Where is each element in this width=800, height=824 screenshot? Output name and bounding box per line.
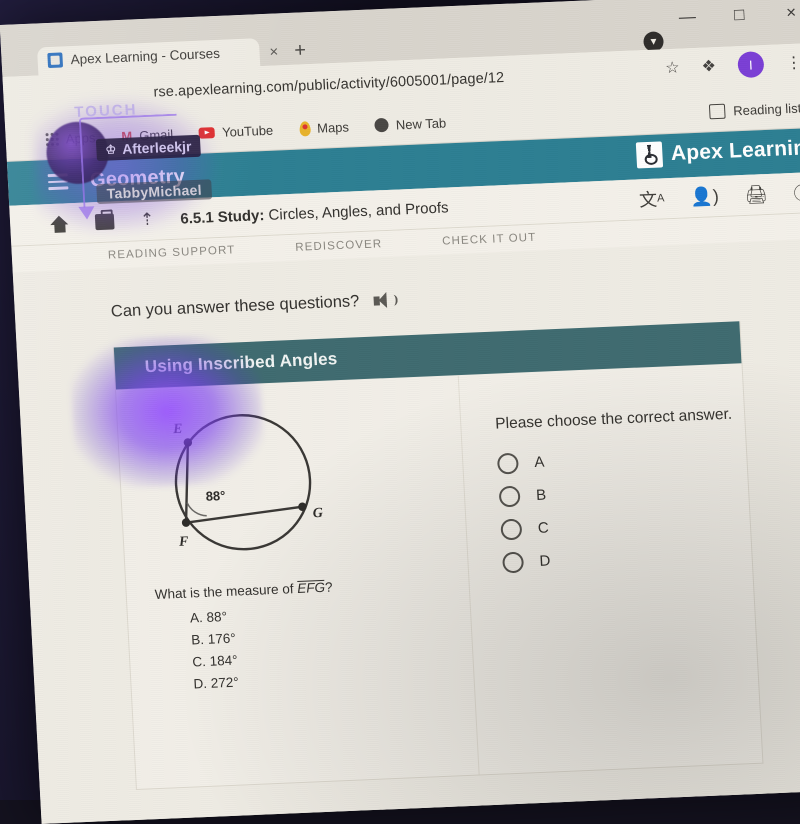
close-icon[interactable]: ×: [269, 43, 279, 60]
choice-letter: A.: [189, 610, 204, 626]
lesson-study-label: Study:: [217, 206, 265, 226]
apex-logo: Apex Learning: [635, 135, 800, 169]
lesson-tools: 文A 👤) 🖨 ⓘ: [639, 180, 800, 211]
tab-check-it-out[interactable]: CHECK IT OUT: [442, 232, 537, 248]
option-label: B: [535, 486, 547, 504]
page-body: Can you answer these questions? Using In…: [12, 238, 800, 824]
svg-text:E: E: [172, 422, 183, 437]
answer-option-b[interactable]: B: [498, 476, 749, 508]
bookmark-label: Apps: [65, 129, 96, 146]
radio-b[interactable]: [498, 485, 521, 508]
answer-option-d[interactable]: D: [502, 542, 752, 574]
question-stem: What is the measure of: [154, 581, 298, 602]
reading-list-label: Reading list: [732, 100, 800, 118]
submit-button[interactable]: SUBMIT: [665, 803, 727, 823]
translate-icon[interactable]: 文A: [639, 186, 666, 211]
apex-mark-icon: [635, 141, 663, 169]
bookmark-youtube[interactable]: YouTube: [198, 122, 274, 140]
lesson-title: 6.5.1 Study: Circles, Angles, and Proofs: [180, 199, 449, 227]
question-suffix: ?: [324, 579, 333, 595]
answer-option-a[interactable]: A: [496, 443, 747, 475]
option-label: C: [537, 519, 550, 537]
bookmark-label: Maps: [316, 118, 350, 136]
globe-icon: [374, 117, 390, 133]
tab-rediscover[interactable]: REDISCOVER: [295, 238, 383, 254]
answer-option-c[interactable]: C: [500, 509, 750, 541]
new-tab-icon[interactable]: +: [294, 39, 307, 62]
choice-list: A. 88° B. 176° C. 184° D. 272°: [150, 596, 474, 697]
gmail-icon: M: [120, 128, 133, 144]
figure-column: E F G 88° What is the measure of EFG? A.…: [116, 375, 479, 789]
tab-reading-support[interactable]: READING SUPPORT: [108, 244, 236, 261]
choice-letter: D.: [193, 675, 208, 692]
list-menu-icon[interactable]: [47, 173, 69, 190]
lesson-number: 6.5.1: [179, 208, 215, 228]
radio-a[interactable]: [496, 452, 519, 475]
bookmark-gmail[interactable]: M Gmail: [121, 126, 174, 143]
omnibox-actions: ☆ ❖ I ⋮: [665, 50, 800, 82]
maximize-button[interactable]: □: [728, 4, 751, 27]
svg-text:G: G: [312, 506, 323, 521]
arc-notation: EFG: [296, 579, 326, 597]
reading-list-button[interactable]: Reading list: [708, 100, 800, 119]
choice-value: 88°: [206, 609, 228, 626]
speaker-icon[interactable]: [373, 292, 398, 310]
apps-grid-icon: [45, 132, 60, 146]
brand-label: Apex Learning: [670, 135, 800, 166]
choice-value: 176°: [207, 630, 237, 647]
card-footer: 3 of 3 SUBMIT: [137, 788, 768, 824]
print-icon[interactable]: 🖨: [744, 182, 768, 207]
angle-label: 88°: [205, 488, 225, 504]
question-card: Using Inscribed Angles E F G 88° What is…: [112, 321, 764, 790]
star-icon[interactable]: ☆: [665, 58, 680, 79]
bookmark-label: Gmail: [138, 126, 174, 143]
answer-prompt: Please choose the correct answer.: [494, 405, 733, 433]
youtube-icon: [198, 126, 216, 139]
bookmark-new-tab[interactable]: New Tab: [374, 114, 447, 133]
choice-letter: B.: [190, 632, 205, 648]
card-body: E F G 88° What is the measure of EFG? A.…: [116, 363, 763, 789]
window-controls: — □ ×: [676, 1, 800, 28]
upload-icon[interactable]: ⇡: [140, 210, 155, 231]
extensions-icon[interactable]: ❖: [701, 56, 716, 77]
svg-text:F: F: [178, 535, 190, 550]
radio-c[interactable]: [500, 518, 523, 541]
radio-d[interactable]: [502, 551, 525, 574]
choice-value: 272°: [210, 674, 240, 691]
choice-value: 184°: [209, 652, 238, 669]
circle-svg: E F G 88°: [172, 414, 323, 551]
help-icon[interactable]: ⓘ: [793, 180, 800, 205]
favicon-icon: [47, 52, 64, 69]
profile-avatar[interactable]: I: [737, 51, 765, 79]
choice-letter: C.: [191, 653, 207, 670]
read-aloud-icon[interactable]: 👤): [690, 184, 720, 209]
course-title: Geometry: [89, 164, 186, 191]
circle-diagram: E F G 88°: [139, 400, 357, 574]
briefcase-icon[interactable]: [94, 213, 115, 231]
laptop-screen: — □ × ▼ Apex Learning - Courses × + rse.…: [0, 0, 800, 824]
option-label: D: [539, 552, 551, 570]
bookmark-maps[interactable]: Maps: [298, 118, 350, 137]
lesson-name: Circles, Angles, and Proofs: [268, 198, 449, 224]
bookmark-label: YouTube: [221, 122, 274, 140]
prompt-text: Can you answer these questions?: [110, 292, 360, 321]
answer-column: Please choose the correct answer. A B C: [457, 363, 763, 775]
maps-pin-icon: [298, 120, 311, 137]
bookmark-label: New Tab: [395, 114, 447, 133]
reading-list-icon: [708, 103, 726, 119]
option-label: A: [533, 453, 545, 471]
minimize-button[interactable]: —: [676, 6, 699, 29]
address-bar[interactable]: rse.apexlearning.com/public/activity/600…: [153, 70, 505, 101]
home-icon[interactable]: [50, 215, 70, 233]
browser-menu-icon[interactable]: ⋮: [785, 53, 800, 74]
close-button[interactable]: ×: [780, 1, 800, 24]
tab-title: Apex Learning - Courses: [70, 45, 221, 68]
bookmark-apps[interactable]: Apps: [45, 129, 96, 147]
